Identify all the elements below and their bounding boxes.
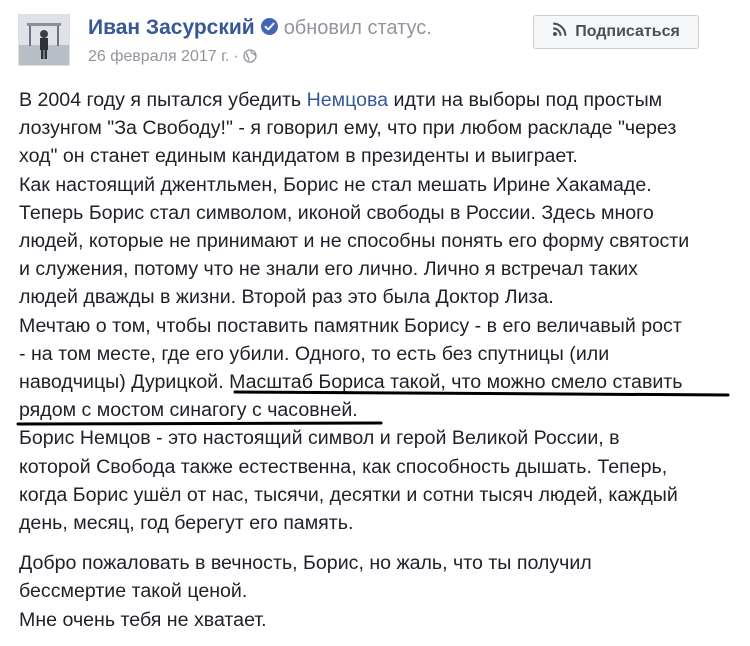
post-line: бессмертие такой ценой. bbox=[19, 580, 248, 603]
status-post: Иван Засурский обновил статус. 26 февраля… bbox=[0, 0, 750, 646]
mention-link-nemtsov[interactable]: Немцова bbox=[307, 89, 389, 111]
post-line: лозунгом "За Свободу!" - я говорил ему, … bbox=[19, 117, 677, 140]
avatar[interactable] bbox=[18, 14, 70, 66]
post-line: наводчицы) Дурицкой. Масштаб Бориса тако… bbox=[19, 371, 683, 394]
post-meta: 26 февраля 2017 г. · bbox=[88, 46, 257, 70]
status-action-text: обновил статус. bbox=[283, 17, 432, 39]
post-line: рядом с мостом синагогу с часовней. bbox=[19, 399, 358, 422]
globe-icon[interactable] bbox=[243, 48, 257, 70]
verified-icon bbox=[260, 18, 278, 35]
post-line: Борис Немцов - это настоящий символ и ге… bbox=[19, 427, 620, 450]
post-line: и служения, потому что не знали его личн… bbox=[19, 258, 638, 281]
author-name-link[interactable]: Иван Засурский bbox=[88, 16, 255, 39]
post-line: Теперь Борис стал символом, иконой свобо… bbox=[19, 201, 654, 224]
post-line: В 2004 году я пытался убедить Немцова ид… bbox=[19, 86, 739, 114]
post-header: Иван Засурский обновил статус. bbox=[88, 14, 432, 42]
post-line: когда Борис ушёл от нас, тысячи, десятки… bbox=[19, 483, 678, 506]
post-line: Как настоящий джентльмен, Борис не стал … bbox=[19, 173, 652, 196]
post-text: В 2004 году я пытался убедить Немцова ид… bbox=[19, 86, 739, 634]
post-line: день, месяц, год берегут его память. bbox=[19, 512, 354, 535]
post-line: которой Свобода также естественна, как с… bbox=[19, 455, 668, 478]
post-text-segment: В 2004 году я пытался убедить bbox=[19, 89, 307, 111]
post-text-segment: идти на выборы под простым bbox=[388, 89, 663, 111]
avatar-photo bbox=[19, 15, 69, 65]
post-line: людей, которые не принимают и не способн… bbox=[19, 230, 690, 253]
post-line: Мечтаю о том, чтобы поставить памятник Б… bbox=[19, 314, 682, 337]
meta-separator: · bbox=[233, 48, 239, 65]
post-line: Мне очень тебя не хватает. bbox=[19, 608, 267, 631]
post-line: ход" он станет единым кандидатом в прези… bbox=[19, 145, 578, 168]
subscribe-button[interactable]: Подписаться bbox=[533, 15, 699, 49]
post-date-link[interactable]: 26 февраля 2017 г. bbox=[88, 48, 229, 65]
rss-icon bbox=[552, 22, 567, 42]
subscribe-label: Подписаться bbox=[575, 23, 680, 40]
post-line: - на том месте, где его убили. Одного, т… bbox=[19, 342, 610, 365]
post-line: Добро пожаловать в вечность, Борис, но ж… bbox=[19, 552, 592, 575]
post-line: людей дважды в жизни. Второй раз это был… bbox=[19, 286, 554, 309]
